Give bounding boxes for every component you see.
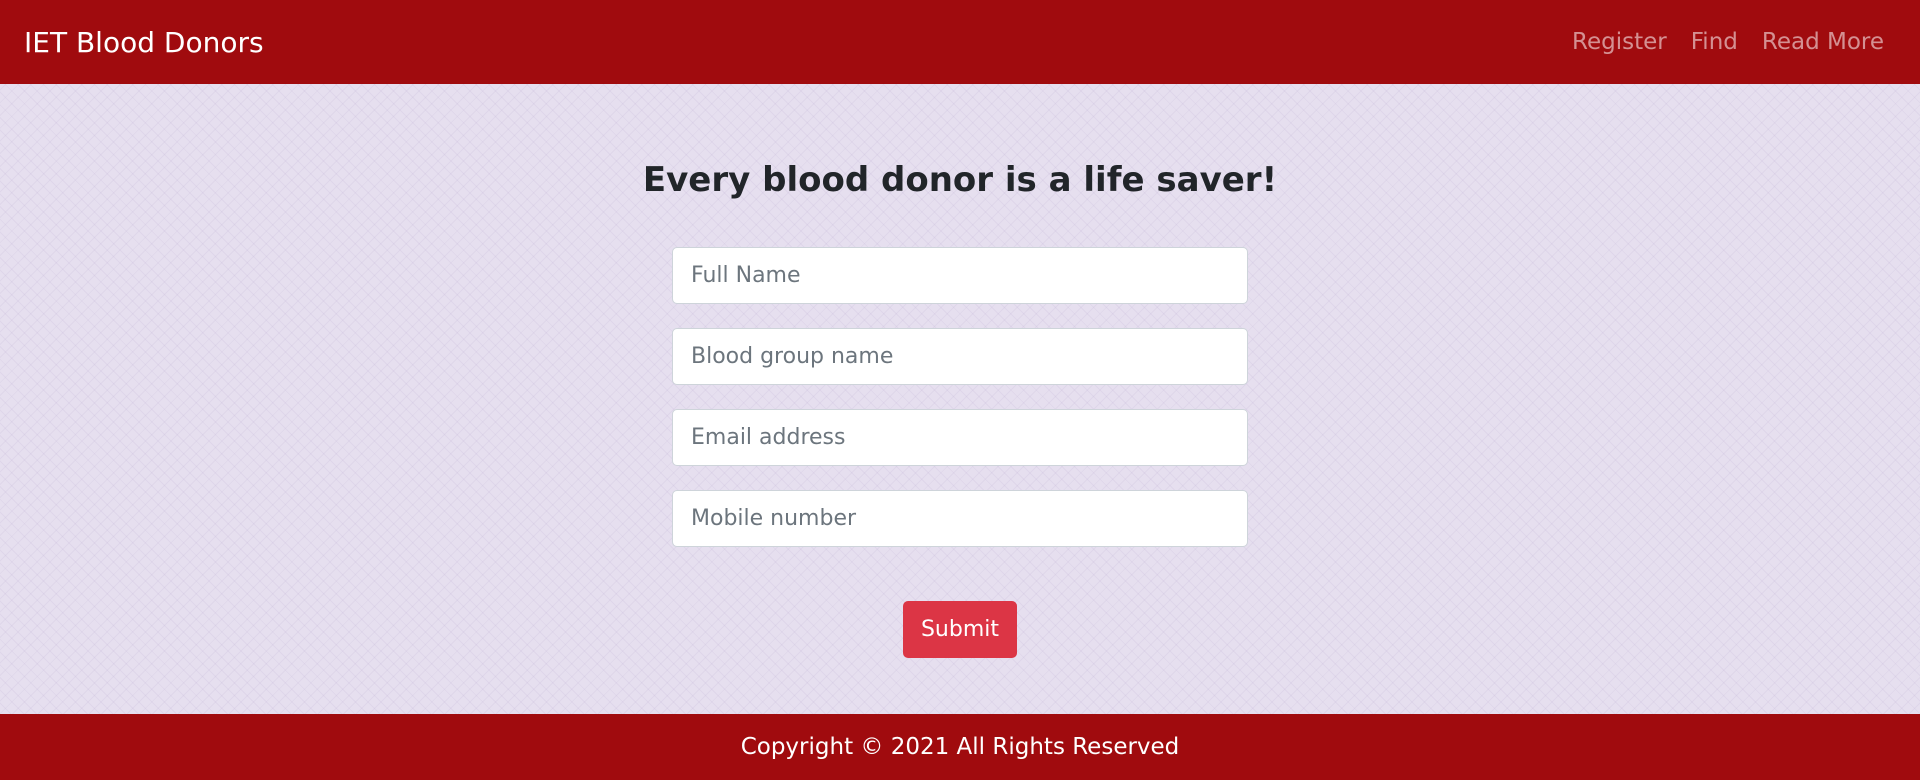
brand-link[interactable]: IET Blood Donors	[24, 26, 264, 59]
nav-link-register[interactable]: Register	[1572, 29, 1667, 55]
nav-link-find[interactable]: Find	[1691, 29, 1738, 55]
footer: Copyright © 2021 All Rights Reserved	[0, 714, 1920, 780]
submit-button[interactable]: Submit	[903, 601, 1017, 658]
registration-section: Every blood donor is a life saver! Submi…	[0, 84, 1920, 714]
nav-links: Register Find Read More	[1572, 29, 1884, 55]
nav-link-read-more[interactable]: Read More	[1762, 29, 1884, 55]
mobile-input[interactable]	[672, 490, 1248, 547]
copyright-text: Copyright © 2021 All Rights Reserved	[740, 734, 1180, 760]
full-name-input[interactable]	[672, 247, 1248, 304]
page-headline: Every blood donor is a life saver!	[642, 160, 1278, 200]
blood-group-input[interactable]	[672, 328, 1248, 385]
navbar: IET Blood Donors Register Find Read More	[0, 0, 1920, 84]
email-input[interactable]	[672, 409, 1248, 466]
